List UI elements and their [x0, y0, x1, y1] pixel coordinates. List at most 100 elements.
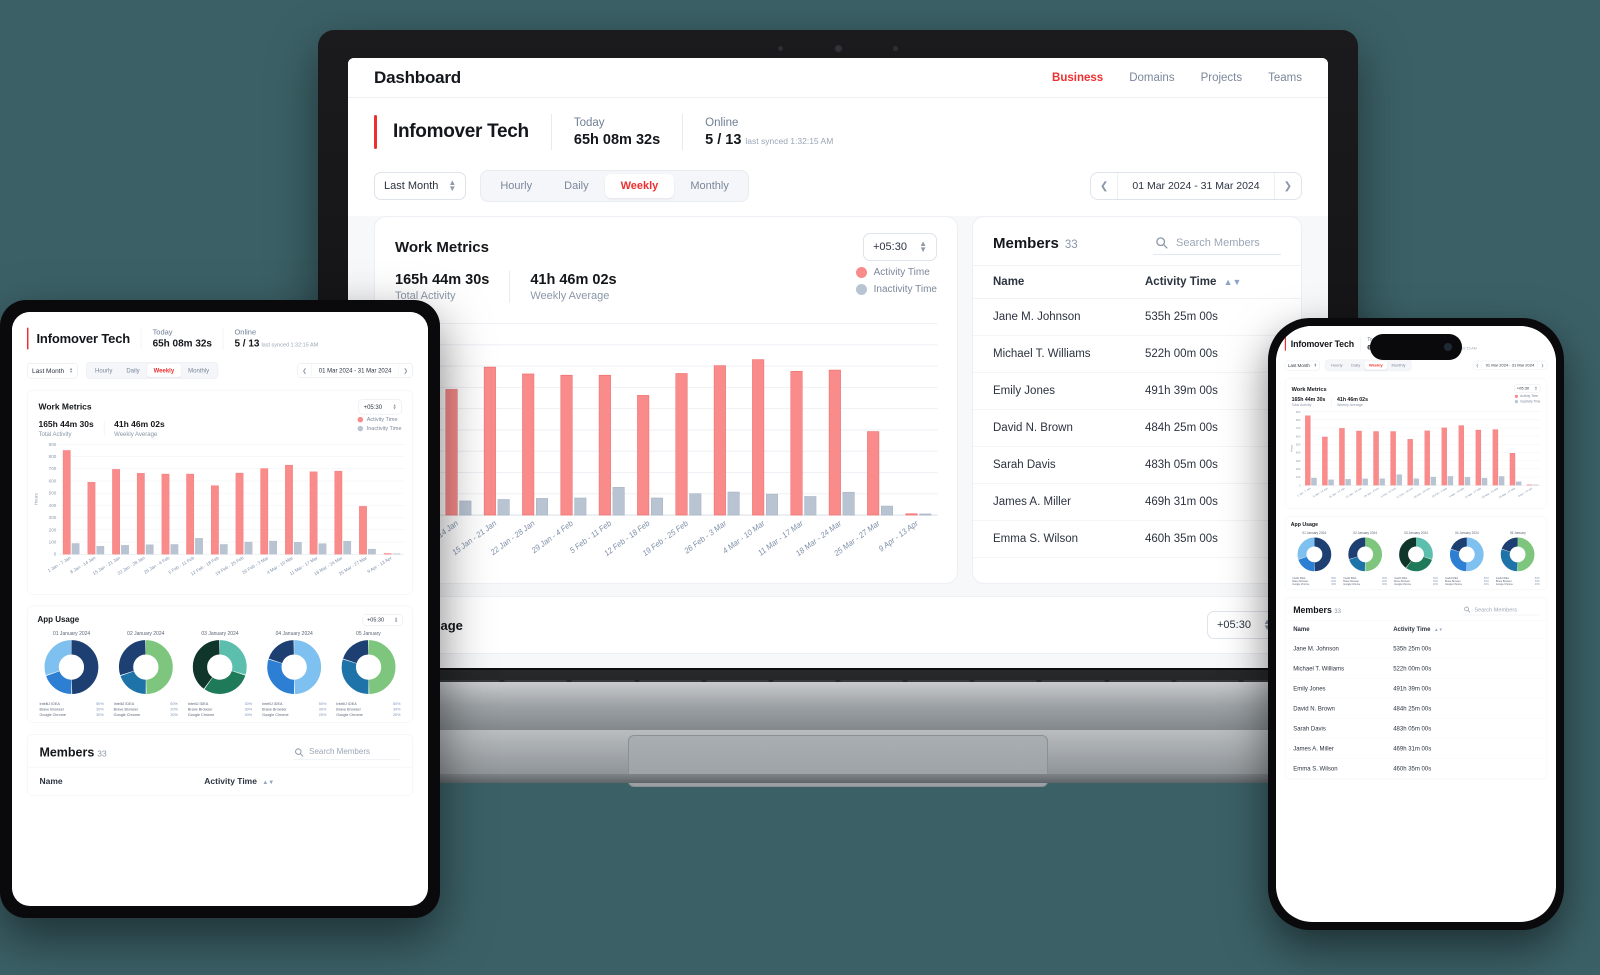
donut-legend-row: Google Chrome 20%	[1443, 583, 1490, 586]
weekly-average-stat: 41h 46m 02s Weekly Average	[1337, 396, 1368, 407]
column-header-activity-time[interactable]: Activity Time ▲▼	[1393, 626, 1443, 633]
donut-legend-label: Google Chrome	[1495, 583, 1513, 586]
period-select[interactable]: Last Month ▲ ▼	[374, 172, 467, 200]
member-activity-time: 460h 35m 00s	[1145, 533, 1218, 545]
segment-hourly[interactable]: Hourly	[484, 174, 548, 198]
organization-name: Infomover Tech	[36, 330, 131, 346]
segment-weekly[interactable]: Weekly	[146, 363, 182, 377]
nav-item-business[interactable]: Business	[1052, 72, 1103, 84]
table-row[interactable]: Sarah Davis 483h 05m 00s	[973, 447, 1301, 484]
table-row[interactable]: Emma S. Wilson 460h 35m 00s	[973, 521, 1301, 558]
donut-legend-label: Brave Browser	[39, 707, 65, 712]
table-row[interactable]: Jane M. Johnson 535h 25m 00s	[973, 299, 1301, 336]
members-search[interactable]: Search Members	[1462, 605, 1539, 616]
donut-legend-percent: 30%	[1534, 580, 1540, 583]
timezone-select-app-usage[interactable]: +05:30 ▲▼	[362, 614, 403, 627]
brand-accent-bar	[26, 327, 29, 350]
period-select-value: Last Month	[384, 180, 439, 192]
segment-monthly[interactable]: Monthly	[1387, 361, 1410, 369]
legend-swatch-activity-icon	[1514, 394, 1519, 398]
donut-legend: IntelliJ IDEA 50% Brave Browser 20% Google C…	[1342, 577, 1389, 587]
chevron-updown-icon: ▲▼	[394, 615, 399, 624]
donut-legend: IntelliJ IDEA 50% Brave Browser 20% Google C…	[37, 701, 105, 717]
legend-item-inactivity: Inactivity Time	[357, 425, 402, 431]
total-activity-value: 165h 44m 30s	[1291, 396, 1326, 402]
legend-swatch-activity-icon	[357, 416, 364, 423]
table-row[interactable]: Jane M. Johnson 535h 25m 00s	[1285, 639, 1547, 659]
svg-text:300: 300	[49, 515, 57, 520]
table-row[interactable]: Emma S. Wilson 460h 35m 00s	[1285, 759, 1547, 779]
sort-updown-icon[interactable]: ▲▼	[1224, 277, 1242, 287]
table-row[interactable]: David N. Brown 484h 25m 00s	[973, 410, 1301, 447]
donut-legend: IntelliJ IDEA 30% Brave Browser 30% Google C…	[186, 701, 254, 717]
donut-legend-row: Google Chrome 30%	[112, 712, 180, 717]
segment-weekly[interactable]: Weekly	[604, 174, 675, 198]
donut-legend-percent: 20%	[1382, 580, 1387, 583]
nav-item-teams[interactable]: Teams	[1268, 72, 1302, 84]
weekly-average-value: 41h 46m 02s	[114, 419, 165, 429]
table-row[interactable]: Michael T. Williams 522h 00m 00s	[1285, 659, 1547, 679]
table-row[interactable]: Emily Jones 491h 39m 00s	[1285, 679, 1547, 699]
donut-chart	[1450, 537, 1484, 572]
date-range-value[interactable]: 01 Mar 2024 - 31 Mar 2024	[311, 363, 399, 378]
segment-weekly[interactable]: Weekly	[1364, 361, 1388, 370]
date-range-picker: ❮ 01 Mar 2024 - 31 Mar 2024 ❯	[1472, 360, 1548, 370]
segment-daily[interactable]: Daily	[548, 174, 604, 198]
column-header-name[interactable]: Name	[1293, 626, 1393, 633]
timezone-select-metrics[interactable]: +05:30 ▲ ▼	[863, 233, 937, 261]
member-name: Michael T. Williams	[1293, 665, 1345, 672]
table-row[interactable]: Michael T. Williams 522h 00m 00s	[973, 336, 1301, 373]
svg-text:300: 300	[1296, 459, 1301, 463]
nav-item-domains[interactable]: Domains	[1129, 72, 1174, 84]
prev-range-button[interactable]: ❮	[1091, 174, 1117, 199]
segment-hourly[interactable]: Hourly	[88, 364, 119, 377]
svg-text:100: 100	[1296, 475, 1301, 479]
donut-date-label: 03 January 2024	[1404, 531, 1428, 535]
segment-monthly[interactable]: Monthly	[181, 364, 216, 377]
members-title-group: Members 33	[993, 235, 1078, 253]
segment-hourly[interactable]: Hourly	[1327, 361, 1347, 369]
chevron-updown-icon: ▲▼	[448, 177, 457, 193]
timezone-select-metrics[interactable]: +05:30 ▲ ▼	[1514, 384, 1541, 393]
legend-label-inactivity: Inactivity Time	[873, 284, 937, 295]
timezone-value: +05:30	[363, 403, 383, 411]
prev-range-button[interactable]: ❮	[1473, 361, 1482, 369]
column-header-name[interactable]: Name	[993, 276, 1145, 288]
date-range-value[interactable]: 01 Mar 2024 - 31 Mar 2024	[1481, 361, 1539, 370]
members-title-group: Members 33	[39, 745, 106, 759]
donut-legend-label: Google Chrome	[39, 712, 66, 718]
donut-legend-percent: 30%	[1382, 583, 1387, 586]
svg-text:9 Apr - 13 Apr: 9 Apr - 13 Apr	[877, 518, 919, 554]
column-header-name[interactable]: Name	[39, 776, 204, 786]
segment-daily[interactable]: Daily	[119, 364, 146, 377]
members-search[interactable]: Search Members	[293, 746, 401, 760]
period-select[interactable]: Last Month ▲ ▼	[1284, 360, 1321, 371]
column-header-activity-time-label: Activity Time	[1145, 276, 1217, 288]
table-row[interactable]: James A. Miller 469h 31m 00s	[973, 484, 1301, 521]
members-search[interactable]: Search Members	[1153, 233, 1281, 255]
period-select[interactable]: Last Month ▲ ▼	[26, 362, 79, 379]
next-range-button[interactable]: ❯	[1275, 174, 1301, 199]
nav-item-projects[interactable]: Projects	[1201, 72, 1243, 84]
segment-monthly[interactable]: Monthly	[674, 174, 745, 198]
member-name: Emma S. Wilson	[993, 533, 1078, 545]
timezone-select-metrics[interactable]: +05:30 ▲ ▼	[358, 399, 402, 415]
sort-updown-icon[interactable]: ▲▼	[262, 778, 274, 785]
table-row[interactable]: David N. Brown 484h 25m 00s	[1285, 699, 1547, 719]
svg-text:29 Jan - 4 Feb: 29 Jan - 4 Feb	[1363, 486, 1380, 498]
segment-daily[interactable]: Daily	[1347, 361, 1365, 369]
date-range-value[interactable]: 01 Mar 2024 - 31 Mar 2024	[1117, 173, 1275, 199]
donut-legend-percent: 40%	[1433, 583, 1438, 586]
organization-name: Infomover Tech	[393, 121, 529, 142]
table-row[interactable]: Sarah Davis 483h 05m 00s	[1285, 719, 1547, 739]
next-range-button[interactable]: ❯	[399, 364, 413, 377]
sort-updown-icon[interactable]: ▲▼	[1434, 628, 1443, 633]
table-row[interactable]: Emily Jones 491h 39m 00s	[973, 373, 1301, 410]
prev-range-button[interactable]: ❮	[298, 364, 312, 377]
table-row[interactable]: James A. Miller 469h 31m 00s	[1285, 739, 1547, 759]
donut-legend-label: Brave Browser	[262, 707, 287, 712]
device-mockup-stage: Dashboard Business Domains Projects Team…	[0, 0, 1600, 975]
column-header-activity-time[interactable]: Activity Time ▲▼	[204, 776, 274, 786]
next-range-button[interactable]: ❯	[1538, 361, 1547, 369]
column-header-activity-time[interactable]: Activity Time ▲▼	[1145, 276, 1241, 288]
